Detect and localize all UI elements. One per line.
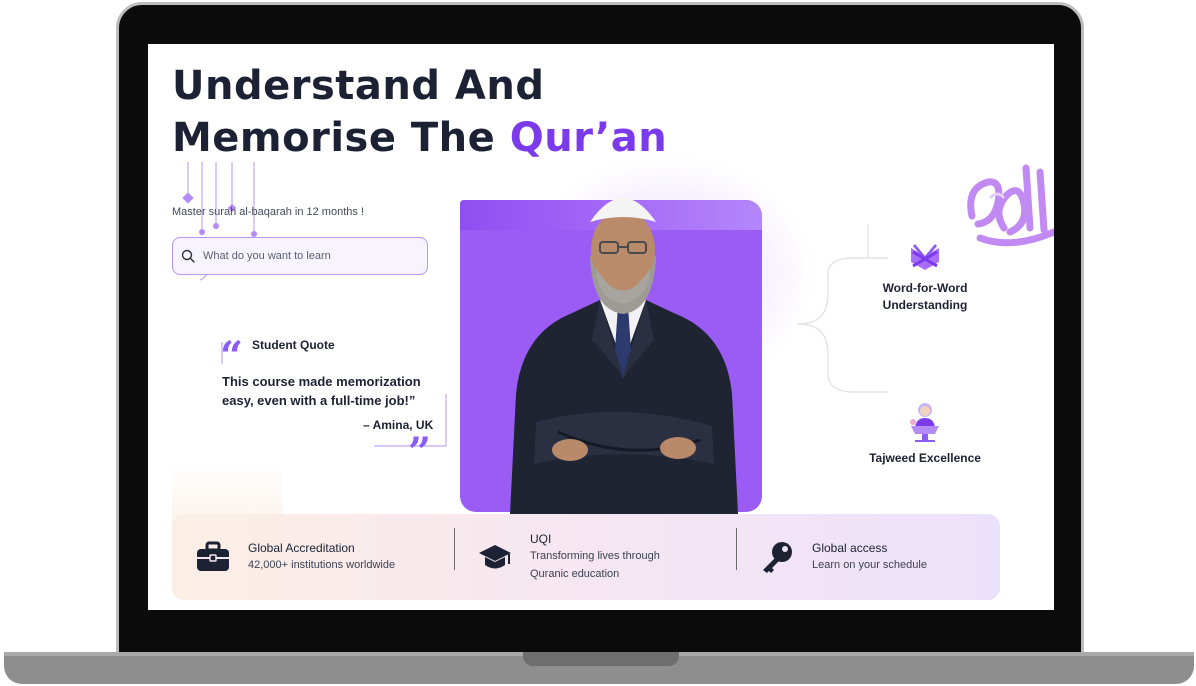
quote-title: Student Quote — [252, 338, 335, 352]
hero-headline: Understand And Memorise The Qur’an — [172, 60, 667, 164]
info-title: UQI — [530, 532, 552, 546]
open-quote-icon: “ — [220, 333, 244, 380]
close-quote-icon: ” — [408, 429, 432, 476]
feature-label: Word-for-Word Understanding — [882, 281, 968, 312]
info-sub: 42,000+ institutions worldwide — [248, 559, 396, 571]
instructor-photo — [510, 198, 738, 514]
hero-title-line2-prefix: Memorise The — [172, 115, 510, 161]
feature-label: Tajweed Excellence — [869, 451, 981, 465]
laptop-screen: Understand And Memorise The Qur’an Maste… — [148, 44, 1054, 610]
info-sub: Transforming lives through Quranic educa… — [530, 550, 660, 580]
key-icon — [763, 542, 792, 573]
hero-title-accent: Qur’an — [509, 115, 668, 161]
info-item-uqi: UQI Transforming lives through Quranic e… — [478, 514, 680, 600]
search-icon — [181, 249, 195, 263]
info-divider — [454, 528, 455, 570]
hero-tagline: Master surah al-baqarah in 12 months ! — [172, 206, 364, 218]
open-quran-book-icon — [911, 244, 939, 270]
quote-text: This course made memorization easy, even… — [222, 374, 421, 408]
info-item-accreditation: Global Accreditation 42,000+ institution… — [196, 514, 395, 600]
search-input[interactable] — [201, 249, 425, 263]
feature-tajweed: Tajweed Excellence — [860, 400, 990, 467]
info-item-global-access: Global access Learn on your schedule — [760, 514, 927, 600]
reader-at-lectern-icon — [910, 403, 939, 442]
hero-title-line1: Understand And — [172, 63, 545, 109]
info-title: Global access — [812, 541, 888, 555]
laptop-base-notch — [523, 652, 679, 666]
info-title: Global Accreditation — [248, 541, 355, 555]
info-divider — [736, 528, 737, 570]
feature-word-for-word: Word-for-Word Understanding — [870, 242, 980, 314]
briefcase-icon — [197, 541, 229, 571]
search-box[interactable] — [172, 237, 428, 275]
graduation-cap-icon — [479, 545, 511, 569]
info-sub: Learn on your schedule — [812, 559, 927, 571]
info-bar: Global Accreditation 42,000+ institution… — [172, 514, 1000, 600]
arabic-calligraphy-decoration — [967, 164, 1054, 247]
